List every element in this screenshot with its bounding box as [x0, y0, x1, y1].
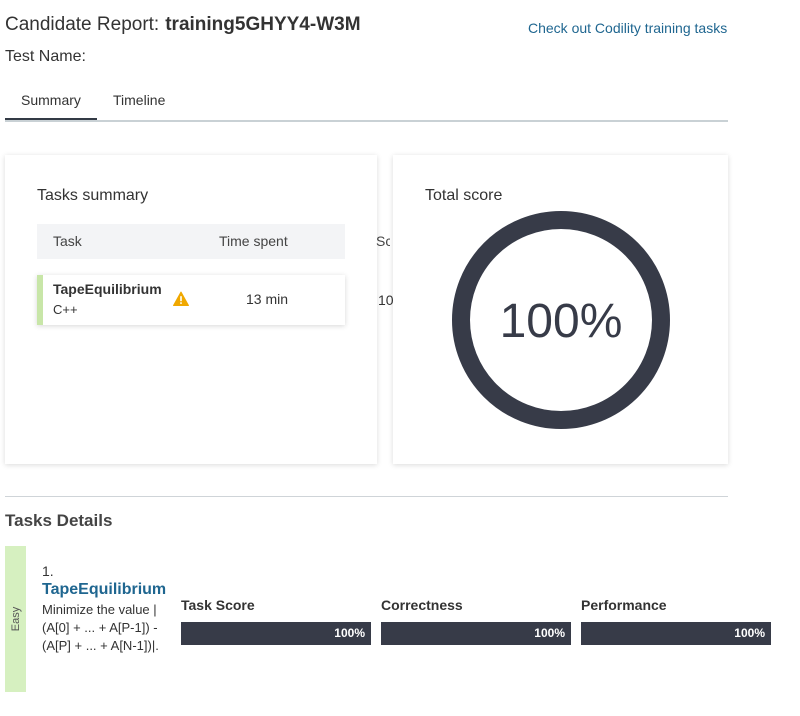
task-time-spent: 13 min — [246, 291, 289, 307]
page-title: Candidate Report: training5GHYY4-W3M — [5, 14, 361, 36]
active-tab-indicator — [5, 118, 97, 120]
task-name[interactable]: TapeEquilibrium — [53, 281, 162, 297]
correctness-value: 100% — [534, 626, 565, 640]
column-score: Score — [376, 233, 390, 249]
task-number: 1. — [42, 563, 54, 579]
column-task: Task — [53, 233, 82, 249]
task-description: Minimize the value |(A[0] + ... + A[P-1]… — [42, 602, 159, 653]
tab-timeline[interactable]: Timeline — [113, 92, 165, 122]
metric-label-task-score: Task Score — [181, 597, 255, 613]
correctness-bar: 100% — [381, 622, 571, 645]
task-language: C++ — [53, 302, 78, 317]
task-score-bar: 100% — [181, 622, 371, 645]
metric-label-correctness: Correctness — [381, 597, 463, 613]
performance-value: 100% — [734, 626, 765, 640]
tasks-summary-title: Tasks summary — [37, 187, 149, 204]
test-name-label: Test Name: — [5, 48, 86, 65]
title-prefix: Candidate Report: — [5, 14, 160, 35]
metric-label-performance: Performance — [581, 597, 667, 613]
report-tabs: Summary Timeline — [5, 86, 728, 122]
total-score-title: Total score — [425, 187, 503, 204]
table-row[interactable]: TapeEquilibrium C++ 13 min — [37, 275, 345, 325]
warning-icon — [173, 291, 189, 306]
task-detail-name[interactable]: TapeEquilibrium — [42, 581, 166, 599]
performance-bar: 100% — [581, 622, 771, 645]
task-score-value: 100% — [334, 626, 365, 640]
column-time-spent: Time spent — [219, 233, 288, 249]
difficulty-label: Easy — [9, 606, 22, 632]
candidate-id: training5GHYY4-W3M — [165, 14, 361, 35]
training-tasks-link[interactable]: Check out Codility training tasks — [528, 20, 727, 36]
tasks-details-title: Tasks Details — [5, 511, 113, 530]
tasks-table-header: Task Time spent — [37, 224, 345, 259]
total-score-gauge: 100% — [452, 211, 670, 429]
total-score-card: Total score 100% — [393, 155, 728, 464]
difficulty-tag: Easy — [5, 546, 26, 692]
section-divider — [5, 496, 728, 497]
total-score-value: 100% — [500, 295, 623, 348]
tasks-summary-card: Tasks summary Task Time spent Score Tape… — [5, 155, 414, 464]
